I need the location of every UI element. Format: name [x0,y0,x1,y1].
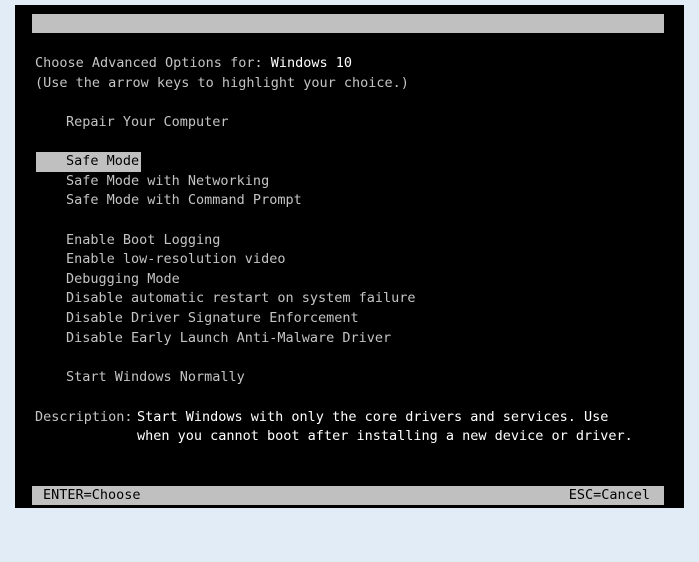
description-label: Description: [35,409,133,425]
menu-item-disable-auto-restart[interactable]: Disable automatic restart on system fail… [66,289,416,309]
menu-item-enable-boot-logging[interactable]: Enable Boot Logging [66,231,220,251]
menu-item-repair-your-computer[interactable]: Repair Your Computer [66,113,229,133]
footer-bar: ENTER=Choose ESC=Cancel [32,486,664,505]
enter-choose-hint[interactable]: ENTER=Choose [43,486,141,505]
screen-title: Advanced Boot Options [278,34,450,50]
esc-cancel-hint[interactable]: ESC=Cancel [569,486,650,505]
arrow-keys-hint: (Use the arrow keys to highlight your ch… [35,75,409,91]
choose-os-line: Choose Advanced Options for: Windows 10 [35,54,352,74]
description-line-1: Start Windows with only the core drivers… [137,409,609,425]
menu-item-low-resolution-video[interactable]: Enable low-resolution video [66,250,285,270]
menu-item-start-windows-normally[interactable]: Start Windows Normally [66,368,245,388]
title-bar: Advanced Boot Options [32,14,664,50]
description-line-2: when you cannot boot after installing a … [137,428,633,444]
choose-prefix: Choose Advanced Options for: [35,55,271,71]
menu-item-safe-mode-networking[interactable]: Safe Mode with Networking [66,172,269,192]
menu-item-disable-early-launch-antimalware[interactable]: Disable Early Launch Anti-Malware Driver [66,329,391,349]
menu-item-debugging-mode[interactable]: Debugging Mode [66,270,180,290]
menu-item-safe-mode[interactable]: Safe Mode [36,152,142,172]
os-name: Windows 10 [270,55,352,71]
boot-screen: Advanced Boot Options Choose Advanced Op… [15,5,684,508]
menu-item-disable-driver-signature[interactable]: Disable Driver Signature Enforcement [66,309,359,329]
menu-item-safe-mode-command-prompt[interactable]: Safe Mode with Command Prompt [66,191,302,211]
